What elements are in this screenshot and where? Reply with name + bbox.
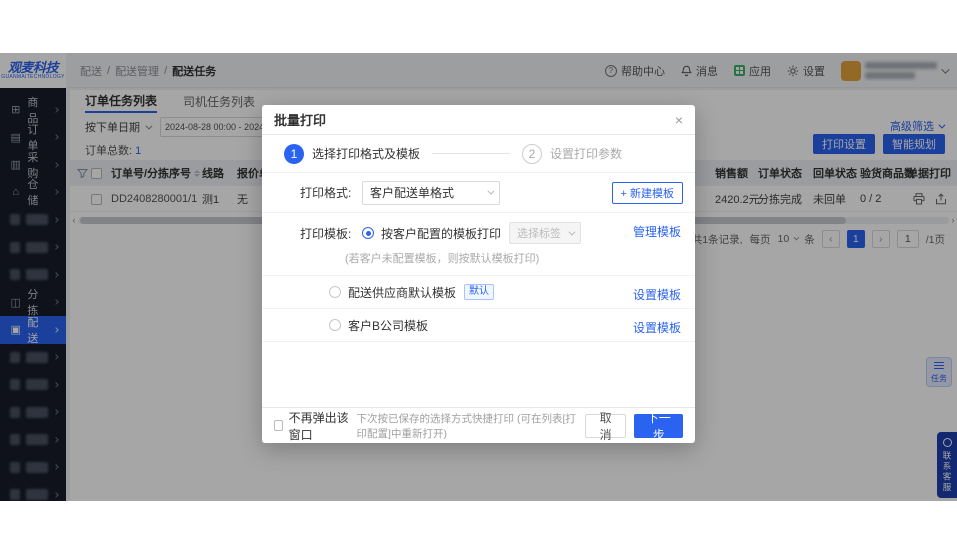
chevron-down-icon [487, 188, 494, 195]
close-icon[interactable]: × [675, 113, 683, 127]
step-1-label: 选择打印格式及模板 [312, 145, 420, 162]
option-label[interactable]: 配送供应商默认模板 [348, 284, 456, 301]
radio-customer-b[interactable] [329, 319, 341, 331]
print-format-value: 客户配送单格式 [370, 184, 454, 201]
print-template-row: 打印模板: 按客户配置的模板打印 选择标签 (若客户未配置模板，则按默认模板打印… [262, 213, 695, 276]
step-indicator: 1 选择打印格式及模板 2 设置打印参数 [262, 135, 695, 173]
dont-show-again-label[interactable]: 不再弹出该窗口 [289, 409, 351, 443]
modal-footer: 不再弹出该窗口 下次按已保存的选择方式快捷打印 (可在列表[打印配置]中重新打开… [262, 407, 695, 443]
footer-hint: 下次按已保存的选择方式快捷打印 (可在列表[打印配置]中重新打开) [357, 411, 585, 441]
dont-show-again-checkbox[interactable] [274, 420, 283, 431]
template-hint: (若客户未配置模板，则按默认模板打印) [345, 250, 695, 266]
new-template-button[interactable]: + 新建模板 [612, 182, 683, 204]
step-2-circle: 2 [522, 144, 542, 164]
tag-select-placeholder: 选择标签 [517, 225, 561, 241]
radio-customer-template[interactable] [362, 227, 374, 239]
print-format-row: 打印格式: 客户配送单格式 + 新建模板 [262, 173, 695, 213]
print-format-label: 打印格式: [300, 184, 362, 201]
customer-b-template-row: 客户B公司模板 设置模板 [262, 309, 695, 342]
batch-print-modal: 批量打印 × 1 选择打印格式及模板 2 设置打印参数 打印格式: 客户配送单格… [262, 105, 695, 443]
set-template-link[interactable]: 设置模板 [633, 286, 681, 303]
print-template-label: 打印模板: [300, 225, 362, 242]
chevron-down-icon [568, 228, 575, 235]
modal-title: 批量打印 [274, 110, 326, 129]
default-badge: 默认 [464, 284, 494, 300]
supplier-default-template-row: 配送供应商默认模板 默认 设置模板 [262, 276, 695, 309]
option-label[interactable]: 客户B公司模板 [348, 317, 428, 334]
option-label[interactable]: 按客户配置的模板打印 [381, 225, 501, 242]
next-step-button[interactable]: 下一步 [634, 414, 683, 438]
radio-supplier-default[interactable] [329, 286, 341, 298]
cancel-button[interactable]: 取消 [585, 414, 627, 438]
step-1-circle: 1 [284, 144, 304, 164]
set-template-link[interactable]: 设置模板 [633, 319, 681, 336]
tag-select-disabled[interactable]: 选择标签 [509, 222, 581, 244]
manage-templates-link[interactable]: 管理模板 [633, 223, 681, 240]
step-2-label: 设置打印参数 [550, 145, 622, 162]
print-format-select[interactable]: 客户配送单格式 [362, 181, 500, 205]
step-connector [432, 153, 510, 154]
page: 配送 / 配送管理 / 配送任务 ? 帮助中心 消息 [0, 0, 957, 558]
modal-header: 批量打印 × [262, 105, 695, 135]
